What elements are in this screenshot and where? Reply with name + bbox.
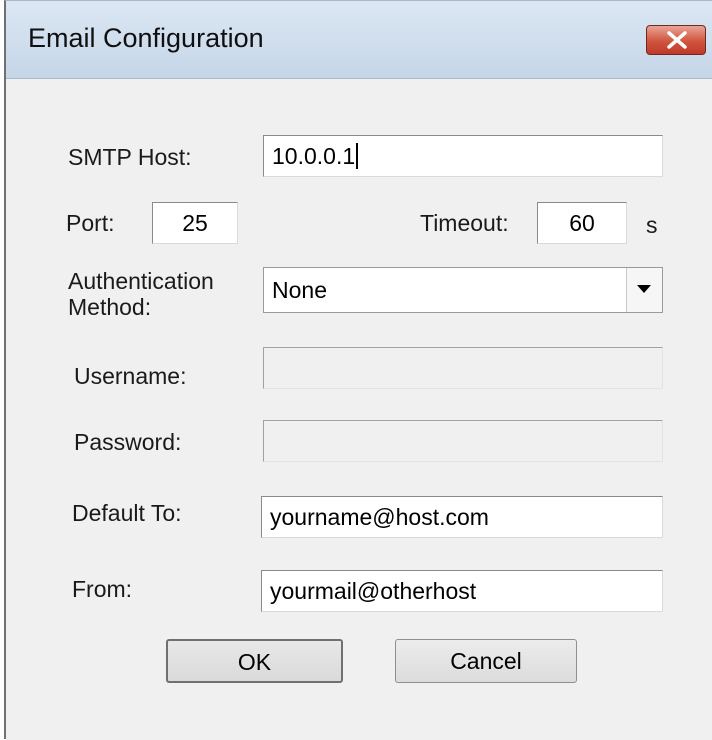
auth-method-selected: None	[272, 277, 327, 303]
from-input[interactable]: yourmail@otherhost	[261, 570, 663, 612]
default-to-value: yourname@host.com	[270, 504, 489, 530]
dropdown-toggle[interactable]	[626, 268, 662, 312]
from-value: yourmail@otherhost	[270, 578, 477, 604]
close-button[interactable]	[646, 25, 706, 55]
timeout-input[interactable]: 60	[537, 202, 627, 244]
dialog-body: SMTP Host: 10.0.0.1 Port: 25 Timeout: 60…	[6, 79, 712, 740]
port-input[interactable]: 25	[152, 202, 238, 244]
dialog-title: Email Configuration	[28, 23, 264, 53]
text-caret	[356, 142, 359, 169]
cancel-button[interactable]: Cancel	[395, 639, 577, 683]
password-label: Password:	[74, 429, 182, 455]
default-to-label: Default To:	[72, 500, 182, 526]
auth-method-label-line1: Authentication	[68, 268, 214, 294]
chevron-down-icon	[637, 285, 651, 293]
timeout-label: Timeout:	[420, 210, 509, 236]
timeout-value: 60	[569, 210, 595, 236]
port-value: 25	[182, 210, 208, 236]
smtp-host-input[interactable]: 10.0.0.1	[263, 135, 663, 177]
from-label: From:	[72, 576, 133, 602]
username-label: Username:	[74, 363, 187, 389]
default-to-input[interactable]: yourname@host.com	[261, 496, 663, 538]
title-bar[interactable]: Email Configuration	[6, 1, 712, 79]
username-input[interactable]	[263, 347, 663, 389]
port-label: Port:	[66, 210, 115, 236]
auth-method-dropdown[interactable]: None	[263, 267, 663, 313]
smtp-host-value: 10.0.0.1	[272, 143, 356, 169]
password-input[interactable]	[263, 420, 663, 462]
timeout-unit: s	[646, 212, 658, 238]
close-icon	[667, 31, 687, 49]
ok-button[interactable]: OK	[166, 639, 343, 683]
auth-method-label-line2: Method:	[68, 294, 152, 320]
email-configuration-dialog: Email Configuration SMTP Host: 10.0.0.1 …	[4, 0, 712, 740]
smtp-host-label: SMTP Host:	[68, 144, 192, 170]
